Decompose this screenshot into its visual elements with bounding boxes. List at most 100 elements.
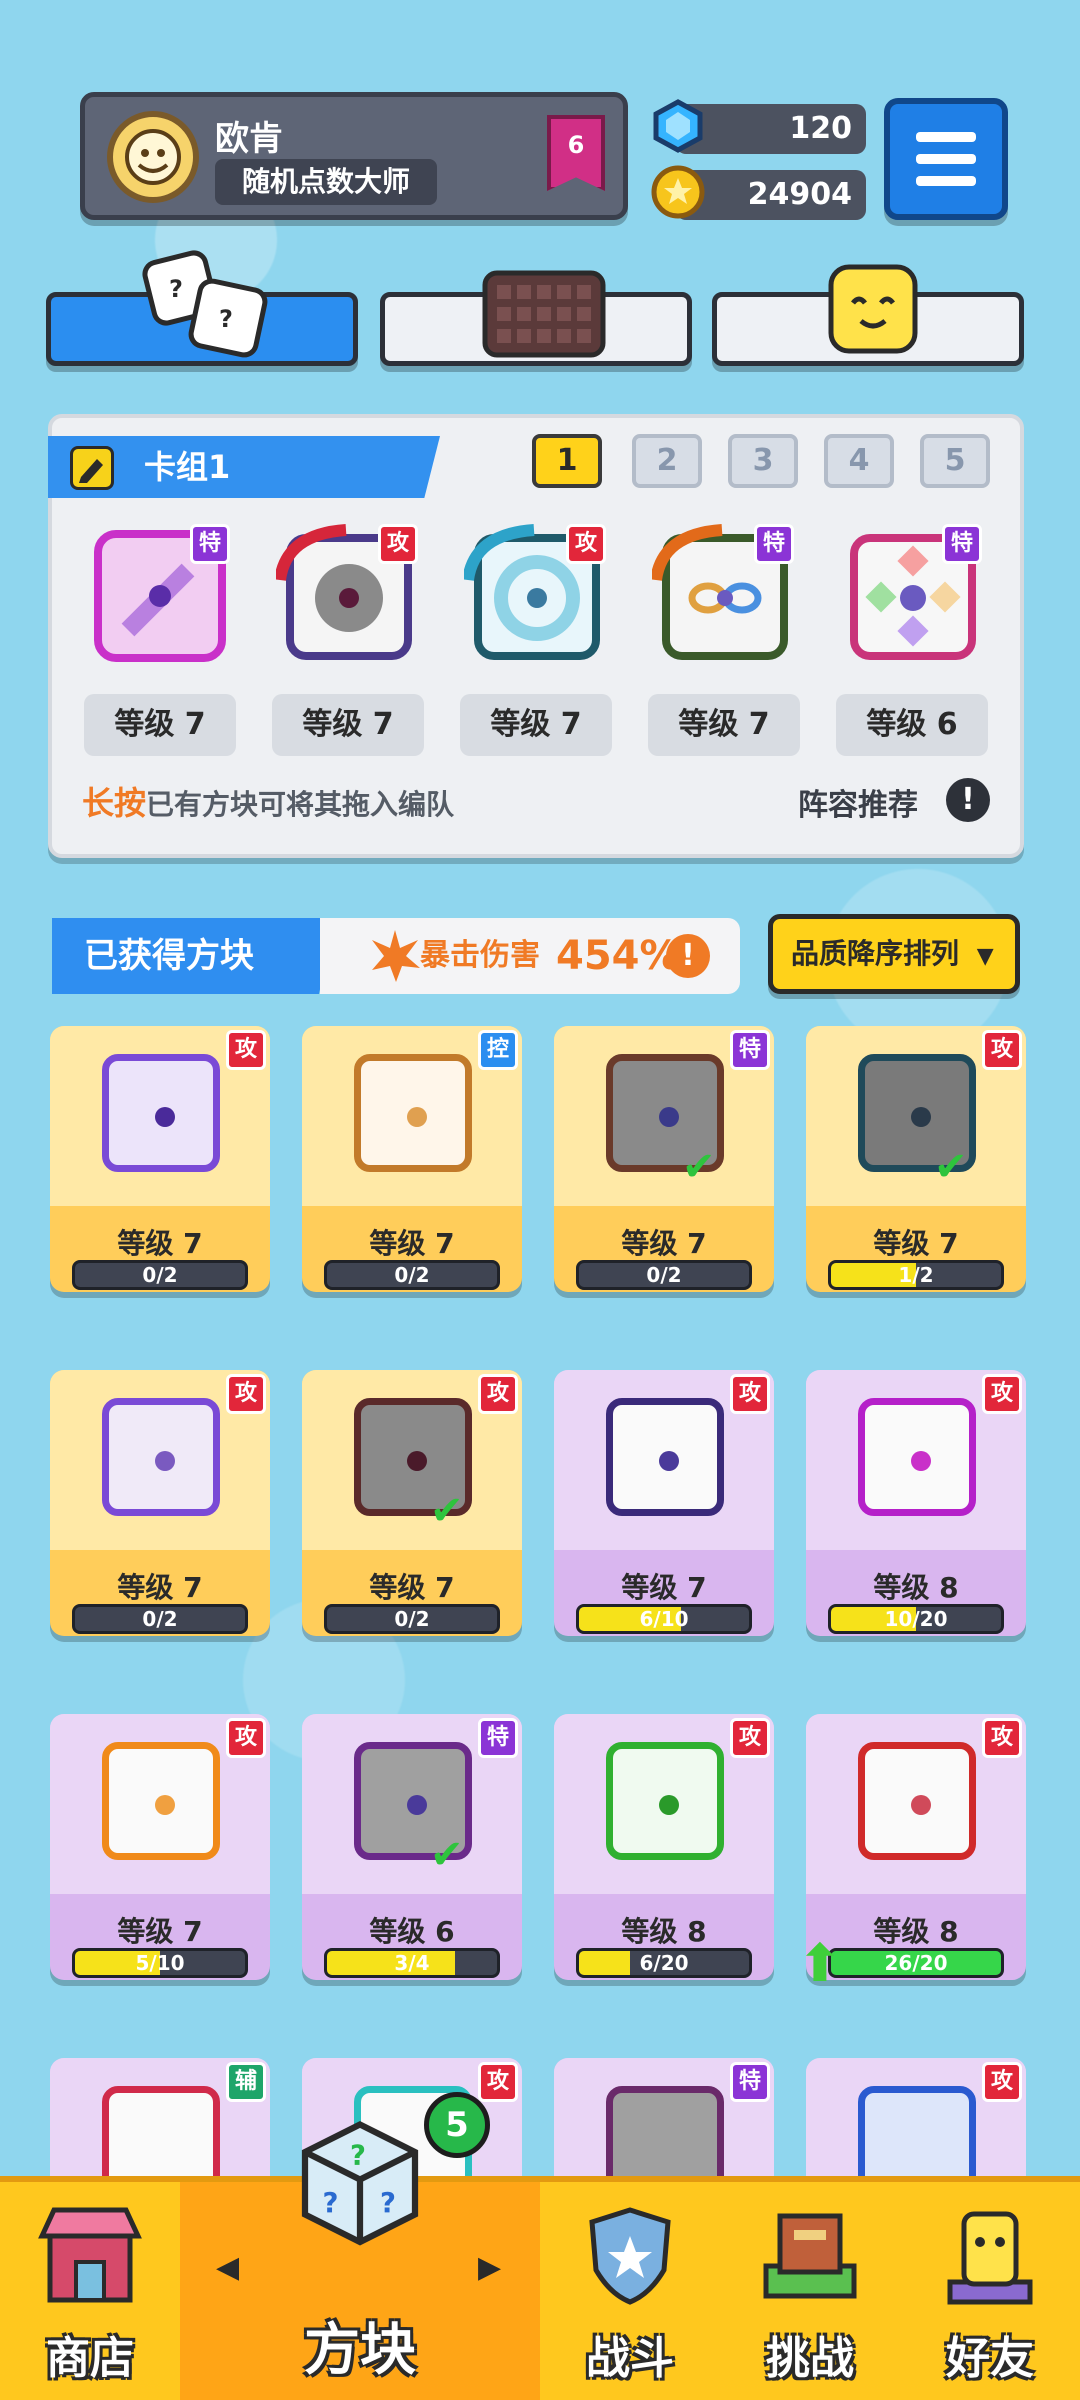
card-progress-bar: 5/10 bbox=[72, 1948, 248, 1978]
battle-shield-icon bbox=[589, 2207, 671, 2305]
card-progress-text: 1/2 bbox=[898, 1263, 934, 1287]
tab-board[interactable] bbox=[380, 270, 692, 366]
deck-slot-4[interactable]: 特 bbox=[650, 520, 798, 666]
crit-info-icon[interactable]: ! bbox=[666, 934, 710, 978]
card-progress-bar: 3/4 bbox=[324, 1948, 500, 1978]
gold-coin-icon bbox=[651, 165, 705, 219]
pixel-dice-icon bbox=[858, 1398, 976, 1516]
dice-card[interactable]: 攻 等级 7 5/10 bbox=[50, 1714, 270, 1980]
deck-title: 卡组1 bbox=[144, 448, 231, 486]
deck-slot-5-level: 等级 6 bbox=[836, 694, 988, 756]
in-deck-check-icon: ✔ bbox=[682, 1144, 716, 1190]
nav-prev-arrow[interactable]: ◀ bbox=[216, 2250, 246, 2285]
nav-challenge[interactable]: 挑战 bbox=[720, 2182, 900, 2400]
upgrade-arrow-icon[interactable]: ⬆ bbox=[798, 1934, 842, 1994]
dice-pair-icon: ? ? bbox=[142, 250, 268, 358]
attack-tag: 攻 bbox=[982, 2062, 1022, 2102]
tab-dice[interactable]: ? ? bbox=[46, 250, 358, 366]
smiley-icon bbox=[828, 264, 918, 354]
card-progress-text: 3/4 bbox=[394, 1951, 430, 1975]
card-progress-text: 0/2 bbox=[394, 1263, 430, 1287]
hint-text: 已有方块可将其拖入编队 bbox=[146, 788, 455, 821]
deck-slot-1[interactable]: 特 bbox=[88, 520, 234, 666]
dice-card[interactable]: 攻 等级 8 10/20 bbox=[806, 1370, 1026, 1636]
card-progress-bar: 0/2 bbox=[576, 1260, 752, 1290]
edit-pencil-icon[interactable] bbox=[70, 446, 114, 490]
svg-text:?: ? bbox=[219, 305, 233, 333]
card-level: 等级 7 bbox=[369, 1227, 455, 1260]
gem-icon bbox=[653, 99, 703, 153]
mystery-dice-icon: ? ? ? bbox=[301, 2121, 419, 2246]
card-level: 等级 7 bbox=[117, 1915, 203, 1948]
player-avatar[interactable] bbox=[107, 111, 199, 203]
special-tag: 特 bbox=[190, 524, 230, 564]
scythe-dice-icon bbox=[606, 1398, 724, 1516]
drag-hint: 长按已有方块可将其拖入编队 bbox=[82, 778, 454, 824]
lineup-info-icon[interactable]: ! bbox=[946, 778, 990, 822]
card-level: 等级 8 bbox=[621, 1915, 707, 1948]
card-progress-text: 0/2 bbox=[394, 1607, 430, 1631]
card-progress-text: 5/10 bbox=[135, 1951, 185, 1975]
dice-card[interactable]: ✔ 特 等级 7 0/2 bbox=[554, 1026, 774, 1292]
deck-tab-3[interactable]: 3 bbox=[728, 434, 798, 488]
card-progress-bar: 0/2 bbox=[324, 1604, 500, 1634]
crit-damage-value: 454% bbox=[556, 933, 680, 979]
attack-tag: 攻 bbox=[226, 1718, 266, 1758]
in-deck-check-icon: ✔ bbox=[430, 1488, 464, 1534]
deck-tab-5[interactable]: 5 bbox=[920, 434, 990, 488]
card-progress-bar: 0/2 bbox=[72, 1604, 248, 1634]
player-title: 随机点数大师 bbox=[215, 159, 437, 205]
control-tag: 控 bbox=[478, 1030, 518, 1070]
dice-card[interactable]: 攻 等级 7 6/10 bbox=[554, 1370, 774, 1636]
card-progress-bar: 6/20 bbox=[576, 1948, 752, 1978]
attack-tag: 攻 bbox=[478, 2062, 518, 2102]
attack-tag: 攻 bbox=[378, 524, 418, 564]
deck-tab-1[interactable]: 1 bbox=[532, 434, 602, 488]
dice-card[interactable]: 攻 等级 7 0/2 bbox=[50, 1026, 270, 1292]
obtained-title: 已获得方块 bbox=[84, 936, 254, 976]
dice-card[interactable]: 攻 等级 8 6/20 bbox=[554, 1714, 774, 1980]
nav-dice[interactable]: ? ? ? 方块 bbox=[180, 2121, 540, 2400]
card-level: 等级 7 bbox=[117, 1227, 203, 1260]
dice-card[interactable]: ✔ 攻 等级 7 0/2 bbox=[302, 1370, 522, 1636]
lineup-recommend-button[interactable]: 阵容推荐 bbox=[798, 780, 918, 824]
nav-friends[interactable]: 好友 bbox=[900, 2182, 1080, 2400]
deck-slot-5[interactable]: 特 bbox=[840, 520, 986, 666]
sand-dice-icon bbox=[354, 1054, 472, 1172]
sort-dropdown[interactable]: 品质降序排列 ▼ bbox=[768, 914, 1020, 994]
deck-tab-4[interactable]: 4 bbox=[824, 434, 894, 488]
svg-text:?: ? bbox=[323, 2187, 339, 2219]
friends-icon bbox=[947, 2211, 1033, 2305]
card-progress-bar: 6/10 bbox=[576, 1604, 752, 1634]
card-level: 等级 7 bbox=[621, 1571, 707, 1604]
svg-text:?: ? bbox=[380, 2187, 396, 2219]
deck-slot-2[interactable]: 攻 bbox=[274, 520, 422, 666]
hint-emphasis: 长按 bbox=[82, 784, 147, 822]
card-progress-text: 6/10 bbox=[639, 1607, 689, 1631]
crit-burst-icon bbox=[372, 930, 420, 982]
dice-card[interactable]: ✔ 特 等级 6 3/4 bbox=[302, 1714, 522, 1980]
player-profile-panel[interactable]: 欧肯 随机点数大师 6 bbox=[80, 92, 628, 220]
tab-emote[interactable] bbox=[712, 264, 1024, 366]
card-progress-bar: 0/2 bbox=[324, 1260, 500, 1290]
dice-card[interactable]: 攻 等级 8 26/20 ⬆ bbox=[798, 1714, 1026, 1994]
menu-icon bbox=[916, 132, 976, 142]
deck-tab-2[interactable]: 2 bbox=[632, 434, 702, 488]
deck-slot-3[interactable]: 攻 bbox=[462, 520, 610, 666]
shop-icon bbox=[38, 2207, 142, 2303]
special-tag: 特 bbox=[942, 524, 982, 564]
dice-card[interactable]: ✔ 攻 等级 7 1/2 bbox=[806, 1026, 1026, 1292]
card-progress-text: 26/20 bbox=[884, 1951, 948, 1975]
main-menu-button[interactable] bbox=[884, 98, 1008, 220]
dice-card[interactable]: 控 等级 7 0/2 bbox=[302, 1026, 522, 1292]
star-dice-icon bbox=[102, 1398, 220, 1516]
deck-panel: 卡组1 1 2 3 4 5 特 攻 攻 特 特 等级 7 等级 7 等级 7 等… bbox=[48, 414, 1024, 858]
card-level: 等级 6 bbox=[369, 1915, 455, 1948]
attack-tag: 攻 bbox=[566, 524, 606, 564]
nav-shop[interactable]: 商店 bbox=[0, 2182, 180, 2400]
nav-battle[interactable]: 战斗 bbox=[540, 2182, 720, 2400]
dice-card[interactable]: 攻 等级 7 0/2 bbox=[50, 1370, 270, 1636]
nav-next-arrow[interactable]: ▶ bbox=[478, 2250, 508, 2285]
deck-slot-4-level: 等级 7 bbox=[648, 694, 800, 756]
crit-damage-label: 暴击伤害 bbox=[420, 938, 540, 973]
